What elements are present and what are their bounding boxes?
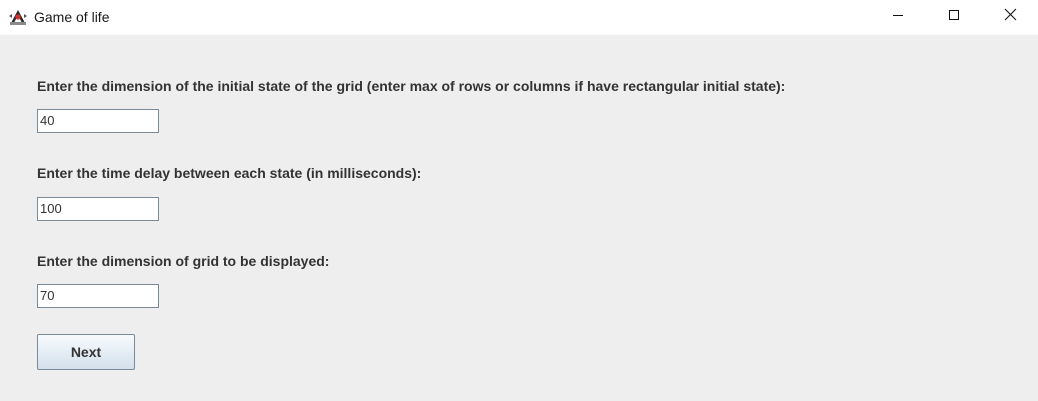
close-button[interactable] xyxy=(982,0,1038,33)
initial-grid-dimension-label: Enter the dimension of the initial state… xyxy=(37,78,786,94)
initial-grid-dimension-input[interactable] xyxy=(37,109,159,133)
close-icon xyxy=(1004,8,1017,26)
maximize-icon xyxy=(948,8,960,26)
next-button[interactable]: Next xyxy=(37,334,135,370)
window-title: Game of life xyxy=(34,9,110,25)
minimize-icon xyxy=(892,8,904,26)
time-delay-input[interactable] xyxy=(37,197,159,221)
java-duke-icon[interactable] xyxy=(8,7,28,27)
form-panel: Enter the dimension of the initial state… xyxy=(0,35,1038,401)
maximize-button[interactable] xyxy=(926,0,982,33)
display-grid-dimension-input[interactable] xyxy=(37,284,159,308)
title-bar[interactable]: Game of life xyxy=(0,0,1038,35)
display-grid-dimension-label: Enter the dimension of grid to be displa… xyxy=(37,253,330,269)
minimize-button[interactable] xyxy=(870,0,926,33)
time-delay-label: Enter the time delay between each state … xyxy=(37,165,422,181)
